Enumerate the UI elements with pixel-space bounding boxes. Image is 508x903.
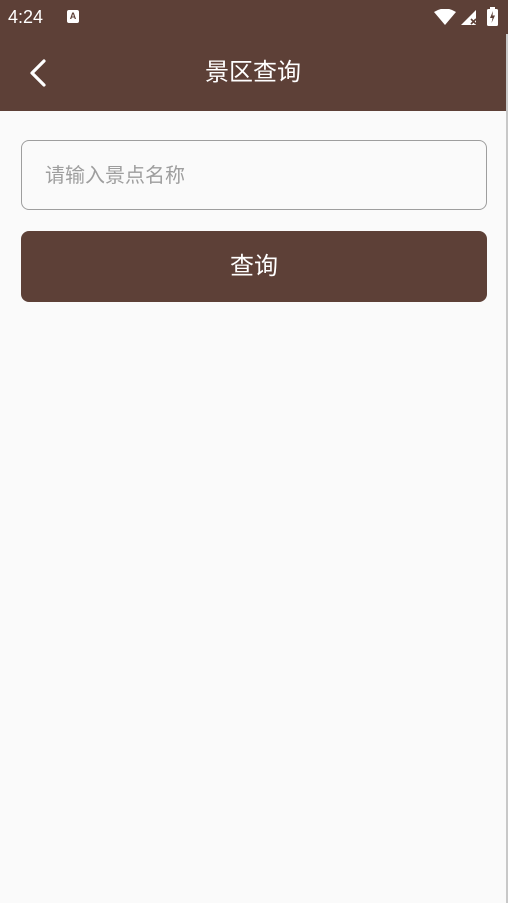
query-button[interactable]: 查询 (21, 231, 487, 302)
status-time: 4:24 (8, 7, 44, 27)
chevron-left-icon[interactable] (24, 56, 54, 90)
page-title: 景区查询 (205, 58, 301, 86)
search-input[interactable] (22, 141, 486, 209)
signal-icon (461, 10, 477, 25)
a-icon: A (67, 10, 79, 23)
status-bar: 4:24 A (0, 0, 508, 34)
wifi-icon (434, 9, 456, 25)
battery-charging-icon (487, 7, 498, 26)
app-bar: 景区查询 (0, 34, 506, 111)
scenic-query-screen: 4:24 A 景区查询 查询 (0, 0, 508, 903)
search-field[interactable] (21, 140, 487, 210)
